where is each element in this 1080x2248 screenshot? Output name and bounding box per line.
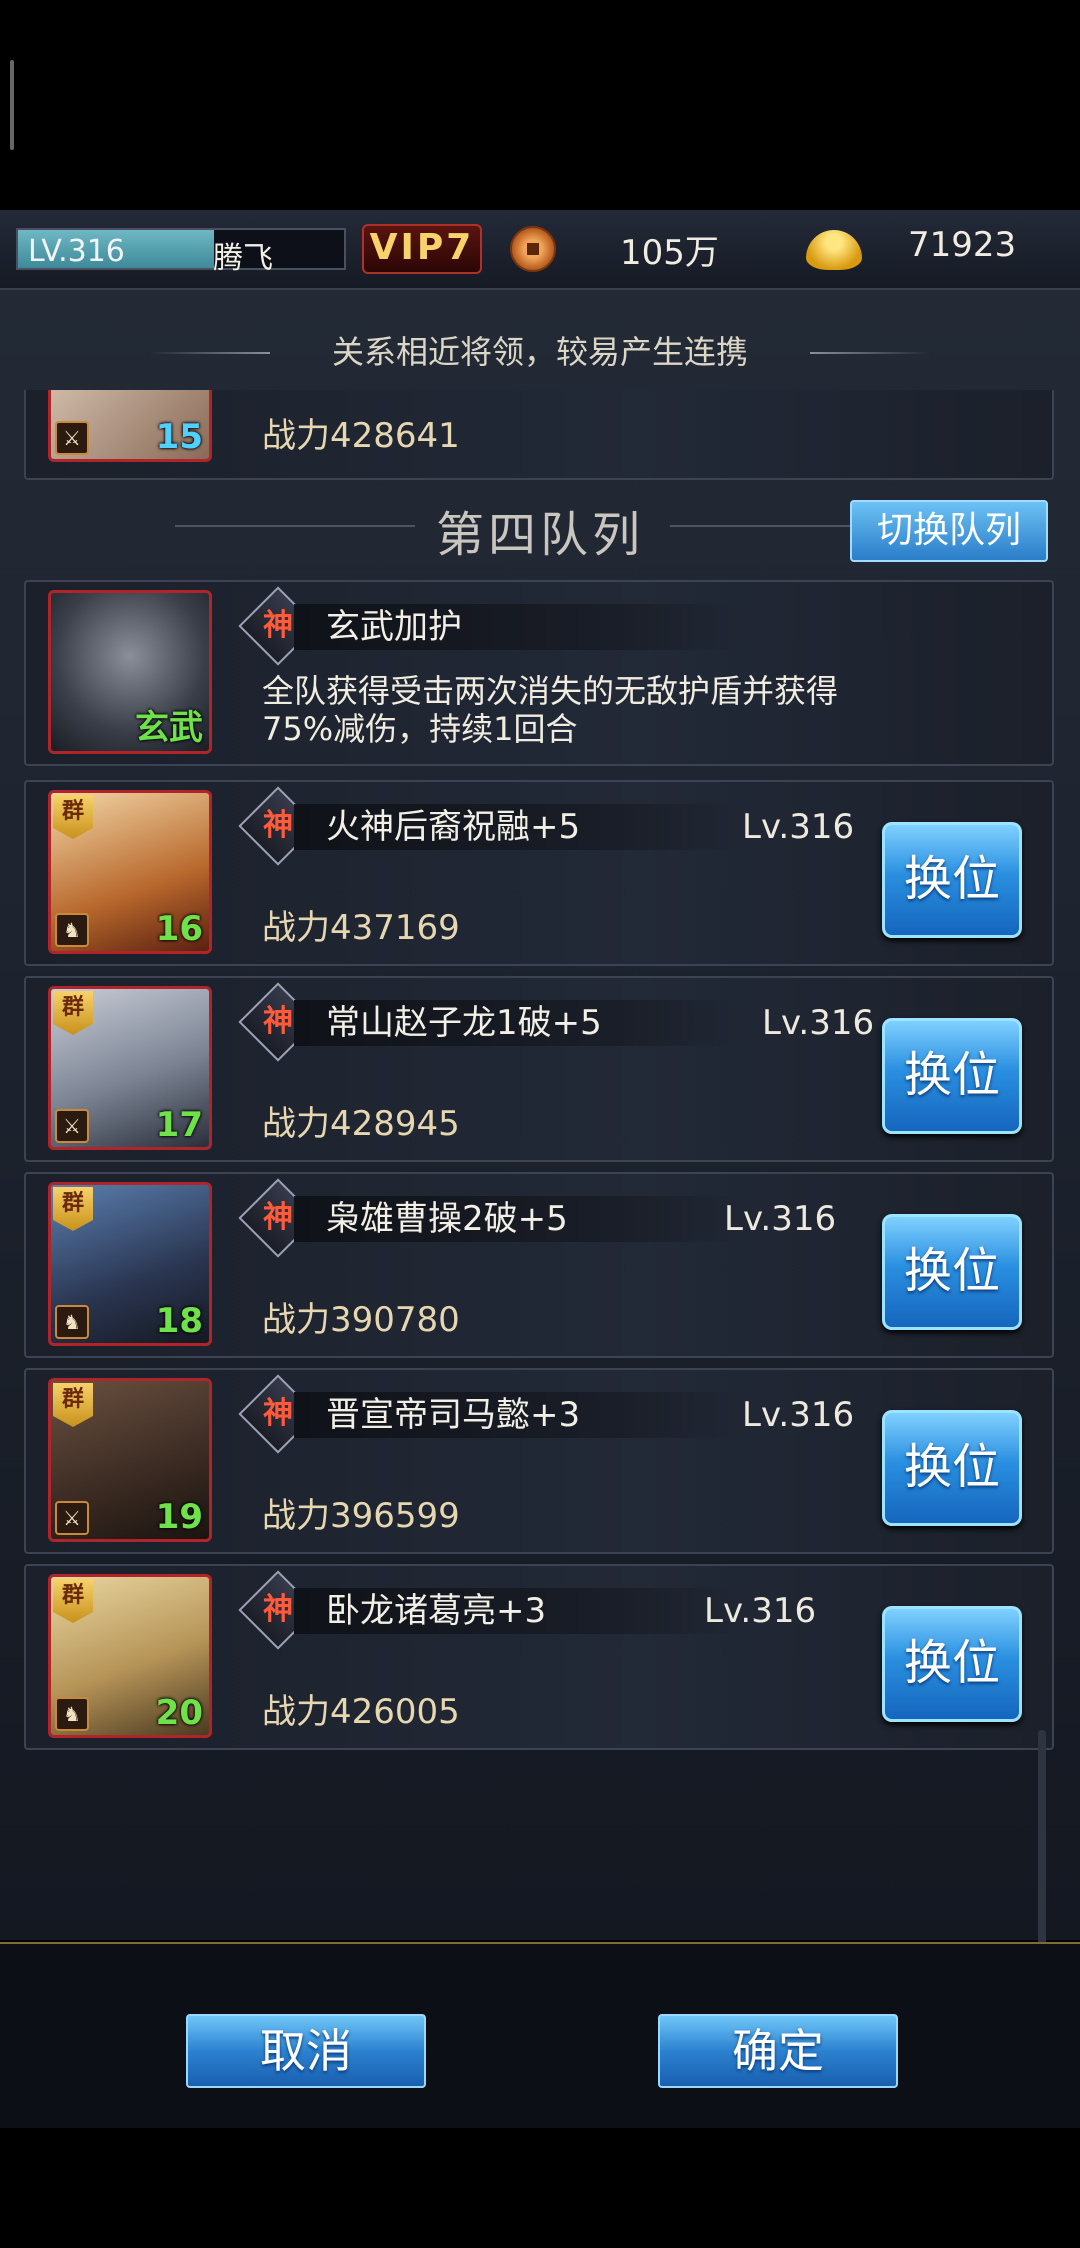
confirm-button[interactable]: 确定 [658, 2014, 898, 2088]
slot-number: 20 [155, 1693, 203, 1733]
beast-avatar: 玄武 [48, 590, 212, 754]
player-name: 腾飞 [213, 241, 273, 276]
hero-name: 枭雄曹操2破+5 [326, 1199, 568, 1239]
hint-divider-left [150, 352, 270, 354]
hero-avatar: 群 ♞ 20 [48, 1574, 212, 1738]
switch-queue-button[interactable]: 切换队列 [850, 500, 1048, 562]
hero-level: Lv.316 [742, 807, 855, 847]
slot-number: 16 [155, 909, 203, 949]
faction-badge-icon: 群 [53, 1187, 93, 1231]
unit-class-icon: ⚔ [55, 421, 89, 455]
status-indicator [10, 60, 14, 150]
hero-level: Lv.316 [724, 1199, 837, 1239]
beast-label: 玄武 [135, 708, 203, 748]
copper-coin-icon [510, 226, 556, 272]
beast-desc-line-1: 全队获得受击两次消失的无敌护盾并获得 [262, 672, 839, 710]
hero-avatar: 群 ⚔ 19 [48, 1378, 212, 1542]
beast-desc-line-2: 75%减伤，持续1回合 [262, 710, 578, 748]
unit-class-icon: ⚔ [55, 1501, 89, 1535]
hero-power: 战力428641 [262, 416, 460, 456]
faction-badge-icon: 群 [53, 1383, 93, 1427]
formation-list[interactable]: ⚔ 15 战力428641 第四队列 切换队列 玄武 神 玄武加护 全队获得受击… [0, 390, 1080, 1940]
unit-class-icon: ♞ [55, 1697, 89, 1731]
hero-power: 战力437169 [262, 908, 460, 948]
system-nav-area [0, 2128, 1080, 2248]
hero-power: 战力390780 [262, 1300, 460, 1340]
unit-class-icon: ♞ [55, 913, 89, 947]
gold-amount: 71923 [908, 225, 1017, 265]
swap-position-button[interactable]: 换位 [882, 1410, 1022, 1526]
hero-avatar: 群 ♞ 18 [48, 1182, 212, 1346]
slot-number: 15 [155, 417, 203, 457]
slot-number: 19 [155, 1497, 203, 1537]
hero-card-partial[interactable]: ⚔ 15 战力428641 [24, 390, 1054, 480]
hero-name: 晋宣帝司马懿+3 [326, 1395, 581, 1435]
faction-badge-icon: 群 [53, 991, 93, 1035]
player-info-bar: LV.316 腾飞 VIP7 105万 71923 [0, 210, 1080, 290]
hint-text: 关系相近将领，较易产生连携 [331, 333, 748, 371]
hint-divider-right [810, 352, 930, 354]
unit-class-icon: ♞ [55, 1305, 89, 1339]
faction-badge-icon: 群 [53, 795, 93, 839]
hero-card[interactable]: 群 ⚔ 17 神 常山赵子龙1破+5 Lv.316 战力428945 换位 [24, 976, 1054, 1162]
beast-skill-card[interactable]: 玄武 神 玄武加护 全队获得受击两次消失的无敌护盾并获得 75%减伤，持续1回合 [24, 580, 1054, 766]
coin-amount: 105万 [620, 233, 719, 273]
hero-power: 战力396599 [262, 1496, 460, 1536]
vip-badge[interactable]: VIP7 [362, 224, 482, 274]
hero-card[interactable]: 群 ♞ 16 神 火神后裔祝融+5 Lv.316 战力437169 换位 [24, 780, 1054, 966]
hero-avatar: 群 ♞ 16 [48, 790, 212, 954]
bottom-action-bar: 取消 确定 [0, 1942, 1080, 2130]
swap-position-button[interactable]: 换位 [882, 1018, 1022, 1134]
hero-card[interactable]: 群 ♞ 20 神 卧龙诸葛亮+3 Lv.316 战力426005 换位 [24, 1564, 1054, 1750]
beast-skill-name: 玄武加护 [326, 607, 462, 647]
hero-power: 战力426005 [262, 1692, 460, 1732]
hero-avatar: 群 ⚔ 17 [48, 986, 212, 1150]
slot-number: 17 [155, 1105, 203, 1145]
hero-name: 卧龙诸葛亮+3 [326, 1591, 547, 1631]
hero-level: Lv.316 [742, 1395, 855, 1435]
hero-name: 火神后裔祝融+5 [326, 807, 581, 847]
slot-number: 18 [155, 1301, 203, 1341]
swap-position-button[interactable]: 换位 [882, 822, 1022, 938]
status-bar [0, 0, 1080, 210]
player-level: LV.316 [28, 234, 125, 269]
hero-avatar: ⚔ 15 [48, 390, 212, 462]
hero-power: 战力428945 [262, 1104, 460, 1144]
swap-position-button[interactable]: 换位 [882, 1606, 1022, 1722]
hero-card[interactable]: 群 ♞ 18 神 枭雄曹操2破+5 Lv.316 战力390780 换位 [24, 1172, 1054, 1358]
beast-skill-description: 全队获得受击两次消失的无敌护盾并获得 75%减伤，持续1回合 [262, 672, 982, 748]
cancel-button[interactable]: 取消 [186, 2014, 426, 2088]
formation-panel: 关系相近将领，较易产生连携 ⚔ 15 战力428641 第四队列 切换队列 玄武… [0, 290, 1080, 2180]
hero-card[interactable]: 群 ⚔ 19 神 晋宣帝司马懿+3 Lv.316 战力396599 换位 [24, 1368, 1054, 1554]
faction-badge-icon: 群 [53, 1579, 93, 1623]
hero-level: Lv.316 [762, 1003, 875, 1043]
swap-position-button[interactable]: 换位 [882, 1214, 1022, 1330]
hero-name: 常山赵子龙1破+5 [326, 1003, 602, 1043]
hero-level: Lv.316 [704, 1591, 817, 1631]
unit-class-icon: ⚔ [55, 1109, 89, 1143]
hint-row: 关系相近将领，较易产生连携 [0, 332, 1080, 372]
player-level-box[interactable]: LV.316 腾飞 [16, 228, 346, 276]
gold-ingot-icon [806, 230, 862, 270]
